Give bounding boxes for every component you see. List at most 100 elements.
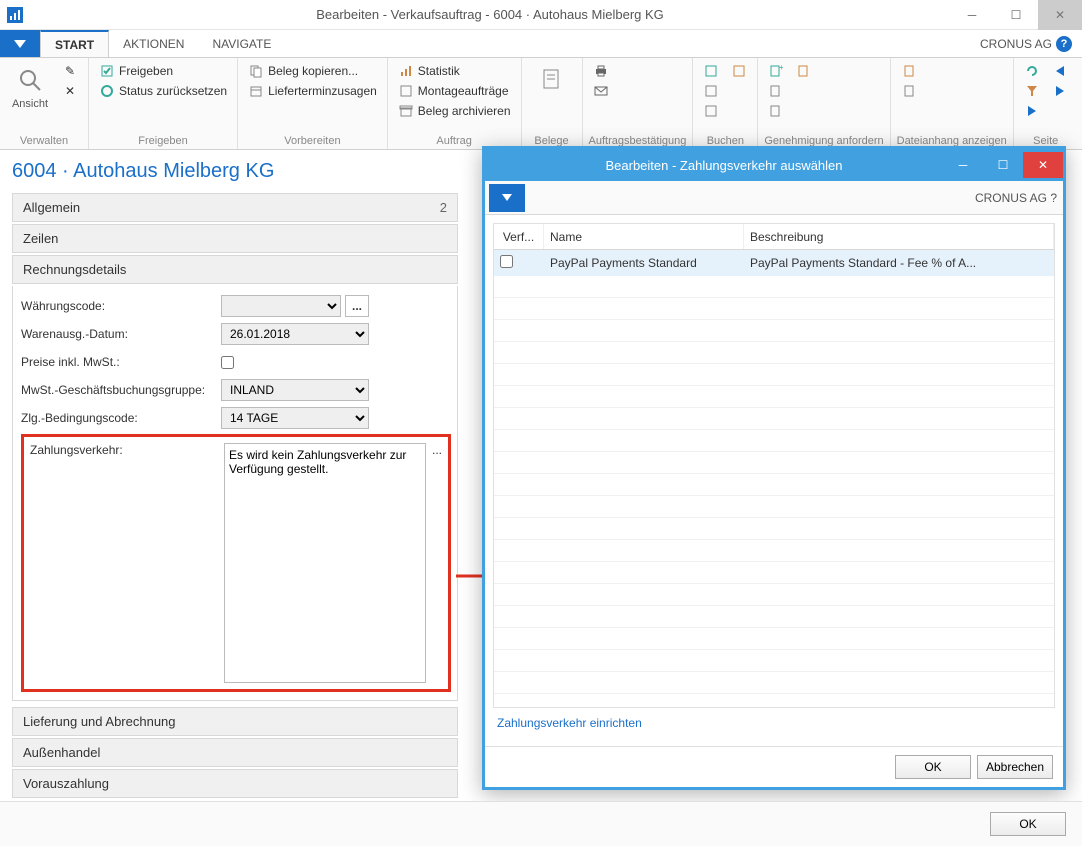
payment-grid: Verf... Name Beschreibung PayPal Payment…	[493, 223, 1055, 708]
pencil-icon: ✎	[62, 63, 78, 79]
ribbon-post2[interactable]	[699, 82, 723, 100]
calendar-icon	[248, 83, 264, 99]
ribbon-approve2[interactable]	[764, 82, 788, 100]
close-button[interactable]: ✕	[1038, 0, 1082, 30]
help-icon[interactable]: ?	[1056, 36, 1072, 52]
zahlung-textarea[interactable]: Es wird kein Zahlungsverkehr zur Verfügu…	[224, 443, 426, 683]
ribbon: Ansicht ✎ ✕ Verwalten Freigeben Status z…	[0, 58, 1082, 150]
fasttab-allgemein[interactable]: Allgemein2	[12, 193, 458, 222]
col-beschr[interactable]: Beschreibung	[744, 224, 1054, 249]
ribbon-approve1[interactable]: +	[764, 62, 788, 80]
main-ok-button[interactable]: OK	[990, 812, 1066, 836]
fasttab-zeilen[interactable]: Zeilen	[12, 224, 458, 253]
dialog-title: Bearbeiten - Zahlungsverkehr auswählen	[505, 158, 943, 173]
zlg-select[interactable]: 14 TAGE	[221, 407, 369, 429]
warenausg-select[interactable]: 26.01.2018	[221, 323, 369, 345]
row-desc: PayPal Payments Standard - Fee % of A...	[744, 256, 1054, 270]
attach-icon	[901, 63, 917, 79]
dialog-minimize[interactable]: ─	[943, 152, 983, 178]
ribbon-belege[interactable]	[528, 62, 576, 133]
ribbon-post1[interactable]	[699, 62, 723, 80]
approve-icon: +	[768, 63, 784, 79]
ribbon-attach2[interactable]	[897, 82, 921, 100]
delete-icon: ✕	[62, 83, 78, 99]
ribbon-print[interactable]	[589, 62, 613, 80]
ribbon-refresh[interactable]	[1020, 62, 1044, 80]
ribbon-status-reset[interactable]: Status zurücksetzen	[95, 82, 231, 100]
ribbon-email[interactable]	[589, 82, 613, 100]
col-verf[interactable]: Verf...	[494, 224, 544, 249]
ribbon-post4[interactable]	[727, 62, 751, 80]
dialog-help-icon[interactable]: ?	[1050, 191, 1057, 205]
ribbon-delete[interactable]: ✕	[58, 82, 82, 100]
col-name[interactable]: Name	[544, 224, 744, 249]
ribbon-tab-strip: START AKTIONEN NAVIGATE CRONUS AG ?	[0, 30, 1082, 58]
approve4-icon	[796, 63, 812, 79]
filter-icon	[1024, 83, 1040, 99]
tab-navigate[interactable]: NAVIGATE	[198, 30, 285, 57]
archive-icon	[398, 103, 414, 119]
ribbon-freigeben[interactable]: Freigeben	[95, 62, 231, 80]
waehrungscode-select[interactable]	[221, 295, 341, 317]
ribbon-montage[interactable]: Montageaufträge	[394, 82, 515, 100]
post-icon	[703, 63, 719, 79]
tab-start[interactable]: START	[40, 30, 109, 57]
warenausg-label: Warenausg.-Datum:	[21, 327, 221, 341]
grid-row-paypal[interactable]: PayPal Payments Standard PayPal Payments…	[494, 250, 1054, 276]
dialog-file-tab[interactable]	[489, 184, 525, 212]
preise-checkbox[interactable]	[221, 356, 234, 369]
ribbon-approve3[interactable]	[764, 102, 788, 120]
ribbon-prev[interactable]	[1048, 62, 1072, 80]
ribbon-liefertermin[interactable]: Lieferterminzusagen	[244, 82, 381, 100]
attach2-icon	[901, 83, 917, 99]
file-tab[interactable]	[0, 30, 40, 57]
fasttab-lieferung[interactable]: Lieferung und Abrechnung	[12, 707, 458, 736]
ribbon-beleg-kopieren[interactable]: Beleg kopieren...	[244, 62, 381, 80]
ribbon-next[interactable]	[1048, 82, 1072, 100]
dialog-maximize[interactable]: ☐	[983, 152, 1023, 178]
ribbon-edit[interactable]: ✎	[58, 62, 82, 80]
zahlung-label: Zahlungsverkehr:	[30, 443, 218, 683]
maximize-button[interactable]: ☐	[994, 0, 1038, 30]
app-icon	[0, 7, 30, 23]
waehrungscode-label: Währungscode:	[21, 299, 221, 313]
window-title: Bearbeiten - Verkaufsauftrag - 6004 · Au…	[30, 7, 950, 22]
ribbon-approve4[interactable]	[792, 62, 816, 80]
dialog-company: CRONUS AG ?	[969, 191, 1063, 205]
view-icon	[14, 64, 46, 96]
setup-link[interactable]: Zahlungsverkehr einrichten	[493, 708, 1055, 738]
print-icon	[593, 63, 609, 79]
fasttab-vorauszahlung[interactable]: Vorauszahlung	[12, 769, 458, 798]
fasttab-rechnungsdetails[interactable]: Rechnungsdetails	[12, 255, 458, 284]
fasttab-aussenhandel[interactable]: Außenhandel	[12, 738, 458, 767]
zlg-label: Zlg.-Bedingungscode:	[21, 411, 221, 425]
svg-text:+: +	[779, 64, 783, 72]
dialog-cancel-button[interactable]: Abbrechen	[977, 755, 1053, 779]
dialog-close[interactable]: ✕	[1023, 152, 1063, 178]
ribbon-post3[interactable]	[699, 102, 723, 120]
company-label: CRONUS AG ?	[970, 30, 1082, 57]
rechnungsdetails-body: Währungscode: ... Warenausg.-Datum: 26.0…	[12, 286, 458, 701]
ribbon-ansicht[interactable]: Ansicht	[6, 62, 54, 133]
next-icon	[1052, 83, 1068, 99]
mwst-select[interactable]: INLAND	[221, 379, 369, 401]
tab-aktionen[interactable]: AKTIONEN	[109, 30, 198, 57]
approve2-icon	[768, 83, 784, 99]
mwst-label: MwSt.-Geschäftsbuchungsgruppe:	[21, 383, 221, 397]
ribbon-filter[interactable]	[1020, 82, 1044, 100]
waehrungscode-lookup[interactable]: ...	[345, 295, 369, 317]
post3-icon	[703, 103, 719, 119]
status-icon	[99, 83, 115, 99]
release-icon	[99, 63, 115, 79]
dialog-zahlungsverkehr: Bearbeiten - Zahlungsverkehr auswählen ─…	[482, 146, 1066, 790]
ribbon-attach1[interactable]	[897, 62, 921, 80]
ribbon-goto[interactable]	[1020, 102, 1044, 120]
ribbon-statistik[interactable]: Statistik	[394, 62, 515, 80]
dialog-ok-button[interactable]: OK	[895, 755, 971, 779]
row-checkbox[interactable]	[500, 255, 513, 268]
zahlung-lookup[interactable]: ...	[432, 443, 442, 457]
assembly-icon	[398, 83, 414, 99]
ribbon-archiv[interactable]: Beleg archivieren	[394, 102, 515, 120]
minimize-button[interactable]: ─	[950, 0, 994, 30]
zahlungsverkehr-highlight: Zahlungsverkehr: Es wird kein Zahlungsve…	[21, 434, 451, 692]
